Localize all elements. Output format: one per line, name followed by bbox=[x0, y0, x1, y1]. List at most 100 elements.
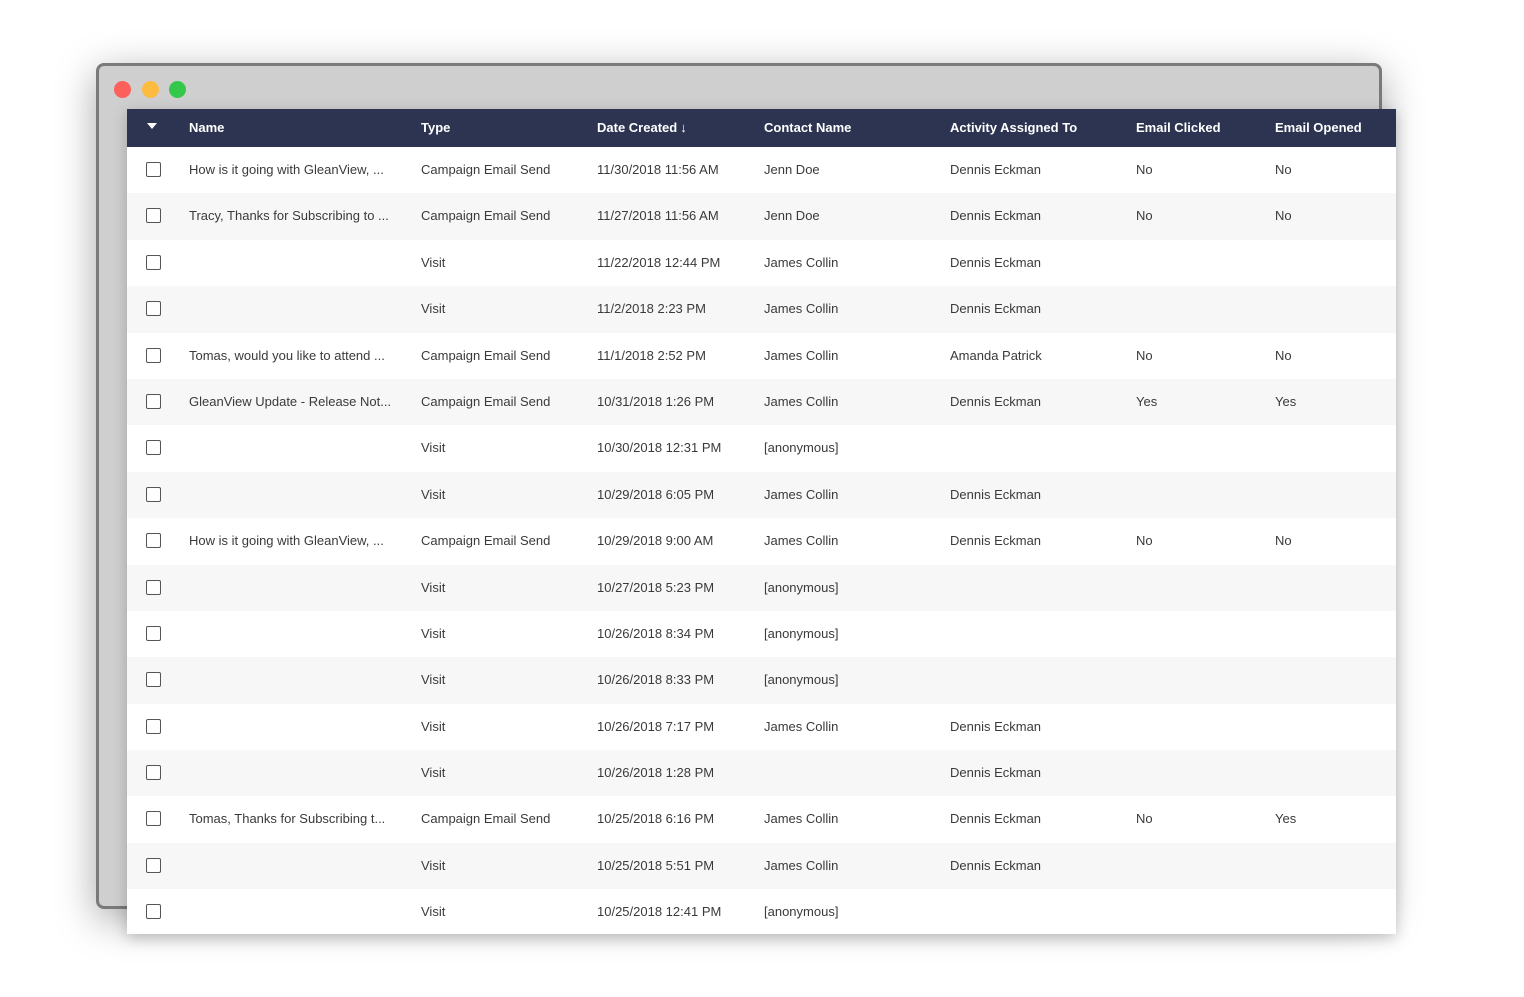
select-menu-dropdown-icon[interactable] bbox=[147, 123, 157, 129]
row-select-checkbox[interactable] bbox=[146, 765, 161, 781]
cell-activity-assigned-to: Dennis Eckman bbox=[950, 393, 1042, 409]
cell-date-created: 10/29/2018 9:00 AM bbox=[597, 533, 714, 549]
table-row[interactable]: Visit 10/26/2018 7:17 PM James Collin Denni… bbox=[127, 704, 1396, 750]
row-select-checkbox[interactable] bbox=[146, 347, 161, 363]
cell-contact-name: Jenn Doe bbox=[764, 162, 820, 177]
minimize-window-button[interactable] bbox=[142, 81, 159, 98]
table-row[interactable]: Visit 10/29/2018 6:05 PM James Collin Denni… bbox=[127, 471, 1396, 519]
row-select-checkbox[interactable] bbox=[146, 811, 161, 827]
cell-type: Campaign Email Send bbox=[421, 162, 551, 177]
row-select-checkbox[interactable] bbox=[146, 579, 161, 595]
row-select-checkbox[interactable] bbox=[146, 718, 161, 734]
row-select-checkbox[interactable] bbox=[146, 625, 161, 641]
cell-contact-name: James Collin bbox=[764, 718, 839, 734]
cell-activity-assigned-to: Amanda Patrick bbox=[950, 347, 1042, 363]
cell-date-created: 11/30/2018 11:56 AM bbox=[597, 162, 719, 177]
row-select-checkbox[interactable] bbox=[146, 301, 161, 317]
cell-activity-assigned-to: Dennis Eckman bbox=[950, 254, 1042, 270]
cell-contact-name: James Collin bbox=[764, 301, 839, 317]
cell-name[interactable]: How is it going with GleanView, ... bbox=[189, 147, 394, 193]
table-row[interactable]: Visit 10/30/2018 12:31 PM [anonymous] bbox=[127, 425, 1396, 471]
cell-date-created: 10/25/2018 5:51 PM bbox=[597, 857, 715, 873]
cell-date-created: 10/27/2018 5:23 PM bbox=[597, 579, 715, 595]
cell-email-opened: No bbox=[1275, 347, 1292, 363]
cell-contact-name: James Collin bbox=[764, 811, 839, 827]
cell-name[interactable]: Tracy, Thanks for Subscribing to ... bbox=[189, 193, 394, 239]
cell-type: Visit bbox=[421, 625, 446, 641]
row-select-checkbox[interactable] bbox=[146, 904, 161, 920]
cell-date-created: 10/26/2018 7:17 PM bbox=[597, 718, 715, 734]
column-header-email-opened[interactable]: Email Opened bbox=[1275, 109, 1385, 146]
column-header-type[interactable]: Type bbox=[421, 109, 581, 146]
row-select-checkbox[interactable] bbox=[146, 533, 161, 549]
cell-type: Campaign Email Send bbox=[421, 533, 551, 549]
cell-activity-assigned-to: Dennis Eckman bbox=[950, 533, 1042, 549]
table-row[interactable]: Visit 11/22/2018 12:44 PM James Collin Denn… bbox=[127, 240, 1396, 286]
row-select-checkbox[interactable] bbox=[146, 393, 161, 409]
cell-activity-assigned-to: Dennis Eckman bbox=[950, 811, 1042, 827]
cell-type: Visit bbox=[421, 579, 446, 595]
cell-type: Visit bbox=[421, 254, 446, 270]
cell-date-created: 10/26/2018 8:34 PM bbox=[597, 625, 715, 641]
maximize-window-button[interactable] bbox=[169, 81, 186, 98]
cell-email-clicked: Yes bbox=[1136, 393, 1158, 409]
cell-type: Campaign Email Send bbox=[421, 347, 551, 363]
column-header-email-clicked[interactable]: Email Clicked bbox=[1136, 109, 1256, 146]
table-row[interactable]: Visit 10/25/2018 5:51 PM James Collin Denni… bbox=[127, 842, 1396, 890]
cell-date-created: 11/22/2018 12:44 PM bbox=[597, 254, 721, 270]
cell-type: Visit bbox=[421, 857, 446, 873]
sort-descending-icon: ↓ bbox=[680, 120, 687, 135]
cell-date-created: 10/25/2018 12:41 PM bbox=[597, 904, 722, 920]
cell-name[interactable]: GleanView Update - Release Not... bbox=[189, 379, 394, 425]
table-row[interactable]: Visit 11/2/2018 2:23 PM James Collin Dennis… bbox=[127, 286, 1396, 333]
table-row[interactable]: Tracy, Thanks for Subscribing to ... Camp… bbox=[127, 193, 1396, 240]
table-row[interactable]: Tomas, would you like to attend ... Campa… bbox=[127, 333, 1396, 379]
cell-contact-name: [anonymous] bbox=[764, 440, 839, 456]
table-row[interactable]: Visit 10/26/2018 1:28 PM Dennis Eckman bbox=[127, 750, 1396, 797]
table-row[interactable]: Tomas, Thanks for Subscribing t... Campai… bbox=[127, 796, 1396, 842]
table-row[interactable]: Visit 10/27/2018 5:23 PM [anonymous] bbox=[127, 564, 1396, 611]
cell-email-clicked: No bbox=[1136, 533, 1153, 549]
table-row[interactable]: Visit 10/26/2018 8:34 PM [anonymous] bbox=[127, 611, 1396, 657]
cell-name[interactable]: How is it going with GleanView, ... bbox=[189, 518, 394, 564]
row-select-checkbox[interactable] bbox=[146, 486, 161, 502]
table-body: How is it going with GleanView, ... Campa… bbox=[127, 147, 1396, 934]
row-select-checkbox[interactable] bbox=[146, 162, 161, 177]
close-window-button[interactable] bbox=[114, 81, 131, 98]
row-select-checkbox[interactable] bbox=[146, 857, 161, 873]
table-row[interactable]: GleanView Update - Release Not... Campaig… bbox=[127, 378, 1396, 426]
row-select-checkbox[interactable] bbox=[146, 672, 161, 688]
row-select-checkbox[interactable] bbox=[146, 440, 161, 456]
table-row[interactable]: Visit 10/25/2018 12:41 PM [anonymous] bbox=[127, 889, 1396, 934]
cell-email-opened: No bbox=[1275, 533, 1292, 549]
cell-contact-name: James Collin bbox=[764, 254, 839, 270]
cell-contact-name: [anonymous] bbox=[764, 672, 839, 688]
column-header-name[interactable]: Name bbox=[189, 109, 394, 146]
cell-email-clicked: No bbox=[1136, 162, 1153, 177]
cell-activity-assigned-to: Dennis Eckman bbox=[950, 486, 1042, 502]
cell-date-created: 10/26/2018 8:33 PM bbox=[597, 672, 715, 688]
column-header-date-created[interactable]: Date Created ↓ bbox=[597, 109, 752, 146]
activity-table: Name Type Date Created ↓ Contact Name Act… bbox=[127, 109, 1396, 934]
cell-name[interactable]: Tomas, Thanks for Subscribing t... bbox=[189, 796, 394, 842]
cell-activity-assigned-to: Dennis Eckman bbox=[950, 857, 1042, 873]
row-select-checkbox[interactable] bbox=[146, 208, 161, 224]
cell-activity-assigned-to: Dennis Eckman bbox=[950, 718, 1042, 734]
cell-date-created: 10/30/2018 12:31 PM bbox=[597, 440, 722, 456]
cell-contact-name: James Collin bbox=[764, 857, 839, 873]
cell-type: Campaign Email Send bbox=[421, 811, 551, 827]
column-header-activity-assigned-to[interactable]: Activity Assigned To bbox=[950, 109, 1120, 146]
cell-name[interactable]: Tomas, would you like to attend ... bbox=[189, 333, 394, 379]
cell-contact-name: [anonymous] bbox=[764, 904, 839, 920]
cell-type: Visit bbox=[421, 672, 446, 688]
cell-date-created: 10/31/2018 1:26 PM bbox=[597, 393, 715, 409]
row-select-checkbox[interactable] bbox=[146, 254, 161, 270]
column-header-contact-name[interactable]: Contact Name bbox=[764, 109, 934, 146]
table-row[interactable]: How is it going with GleanView, ... Campa… bbox=[127, 518, 1396, 564]
cell-contact-name: James Collin bbox=[764, 486, 839, 502]
table-row[interactable]: Visit 10/26/2018 8:33 PM [anonymous] bbox=[127, 657, 1396, 704]
table-row[interactable]: How is it going with GleanView, ... Campa… bbox=[127, 147, 1396, 193]
cell-type: Visit bbox=[421, 904, 446, 920]
cell-contact-name: [anonymous] bbox=[764, 579, 839, 595]
cell-activity-assigned-to: Dennis Eckman bbox=[950, 162, 1042, 177]
